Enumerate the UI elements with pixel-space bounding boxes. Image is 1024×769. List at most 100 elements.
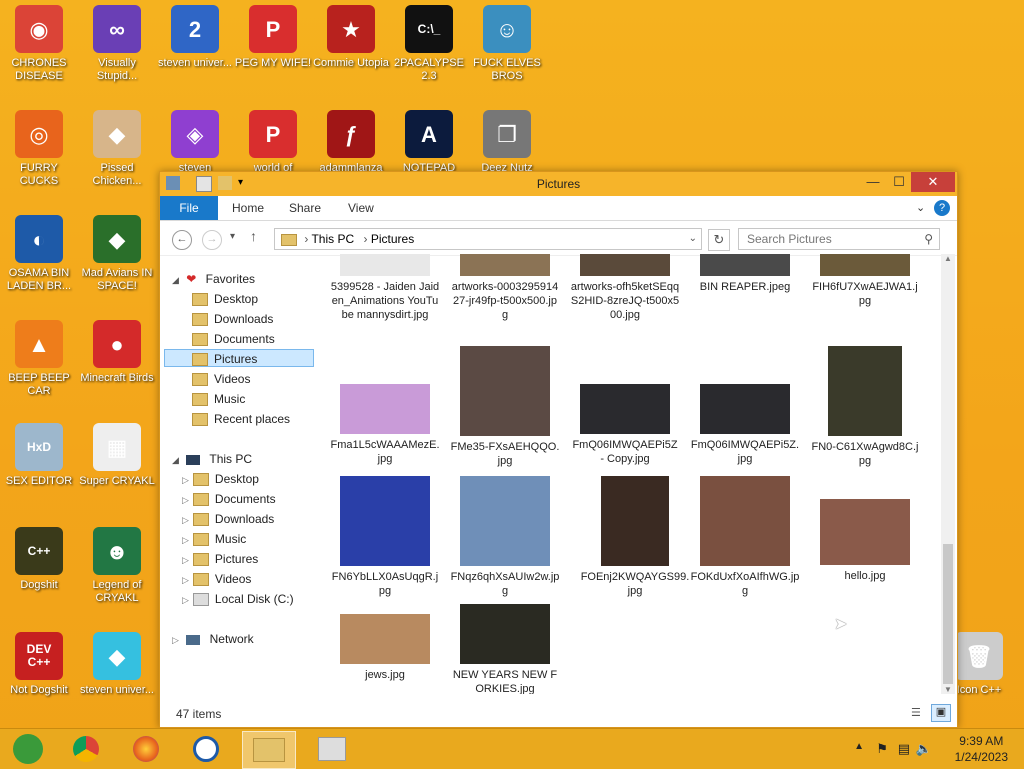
nav-fav-downloads[interactable]: Downloads: [192, 310, 273, 328]
nav-fav-recent-places[interactable]: Recent places: [192, 410, 290, 428]
file-item[interactable]: FN6YbLLX0AsUqgR.jpg: [330, 476, 440, 598]
desktop-icon-item[interactable]: HxD SEX EDITOR: [0, 423, 78, 488]
file-item[interactable]: artworks-ofh5ketSEqqS2HID-8zreJQ-t500x50…: [570, 254, 680, 322]
expand-arrow-icon[interactable]: ▷: [182, 535, 189, 545]
breadcrumb-pictures[interactable]: Pictures: [371, 232, 414, 246]
nav-fav-music[interactable]: Music: [192, 390, 245, 408]
taskbar-file-explorer[interactable]: [242, 731, 296, 769]
desktop-icon-item[interactable]: C++ Dogshit: [0, 527, 78, 592]
tab-share[interactable]: Share: [289, 196, 321, 220]
start-button[interactable]: [2, 731, 54, 767]
file-item[interactable]: FmQ06IMWQAEPi5Z - Copy.jpg: [570, 384, 680, 466]
file-item[interactable]: FN0-C61XwAgwd8C.jpg: [810, 346, 920, 468]
title-bar[interactable]: ▾ Pictures — ☐ ✕: [160, 172, 957, 196]
desktop-icon-item[interactable]: ❐ Deez Nutz: [468, 110, 546, 175]
desktop-icon-item[interactable]: DEV C++ Not Dogshit: [0, 632, 78, 697]
expand-arrow-icon[interactable]: ▷: [182, 555, 189, 565]
file-item[interactable]: FOEnj2KWQAYGS99.jpg: [580, 476, 690, 598]
expand-arrow-icon[interactable]: ▷: [182, 595, 189, 605]
file-item[interactable]: FMe35-FXsAEHQQO.jpg: [450, 346, 560, 468]
minimize-button[interactable]: —: [859, 172, 887, 192]
nav-fav-pictures[interactable]: Pictures: [164, 349, 314, 367]
show-hidden-icons-icon[interactable]: ▲: [854, 741, 864, 752]
chevron-down-icon[interactable]: ⌄: [689, 229, 697, 249]
expand-arrow-icon[interactable]: ◢: [172, 455, 179, 465]
nav-pc-documents[interactable]: ▷ Documents: [182, 490, 276, 508]
file-item[interactable]: FIH6fU7XwAEJWA1.jpg: [810, 254, 920, 308]
file-item[interactable]: NEW YEARS NEW FORKIES.jpg: [450, 604, 560, 694]
desktop-icon-item[interactable]: C:\_ 2PACALYPSE 2.3: [390, 5, 468, 83]
desktop-icon-item[interactable]: ◆ Pissed Chicken...: [78, 110, 156, 188]
taskbar-firefox[interactable]: [120, 731, 172, 767]
desktop-icon-item[interactable]: ∞ Visually Stupid...: [78, 5, 156, 83]
taskbar-chrome[interactable]: [60, 731, 112, 767]
nav-fav-videos[interactable]: Videos: [192, 370, 250, 388]
vertical-scrollbar[interactable]: ▲ ▼: [941, 254, 955, 694]
desktop-icon-item[interactable]: ▦ Super CRYAKL: [78, 423, 156, 488]
desktop-icon-item[interactable]: ◉ CHRONES DISEASE: [0, 5, 78, 83]
search-input[interactable]: Search Pictures ⚲: [738, 228, 940, 250]
scroll-up-arrow-icon[interactable]: ▲: [944, 254, 952, 263]
file-item[interactable]: 5399528 - Jaiden Jaiden_Animations YouTu…: [330, 254, 440, 322]
desktop-icon-item[interactable]: 2 steven univer...: [156, 5, 234, 70]
forward-button[interactable]: →: [202, 230, 222, 250]
nav-pc-local-disk[interactable]: ▷ Local Disk (C:): [182, 590, 294, 608]
taskbar-store[interactable]: [306, 731, 358, 767]
desktop-icon-item[interactable]: ◆ Mad Avians IN SPACE!: [78, 215, 156, 293]
file-item[interactable]: FmQ06IMWQAEPi5Z.jpg: [690, 384, 800, 466]
up-arrow-icon[interactable]: ↑: [250, 228, 257, 244]
taskbar-osama[interactable]: [180, 731, 232, 767]
desktop-icon-item[interactable]: ◈ steven: [156, 110, 234, 175]
file-item[interactable]: hello.jpg: [810, 499, 920, 583]
address-bar[interactable]: › This PC › Pictures ⌄: [274, 228, 702, 250]
tab-home[interactable]: Home: [232, 196, 264, 220]
desktop-icon-item[interactable]: A NOTEPAD: [390, 110, 468, 175]
refresh-button[interactable]: ↻: [708, 229, 730, 251]
recent-locations-icon[interactable]: ▾: [230, 231, 235, 242]
desktop-icon-item[interactable]: ☻ Legend of CRYAKL: [78, 527, 156, 605]
nav-network[interactable]: ▷ Network: [172, 630, 254, 648]
file-item[interactable]: FNqz6qhXsAUIw2w.jpg: [450, 476, 560, 598]
expand-arrow-icon[interactable]: ▷: [182, 515, 189, 525]
file-item[interactable]: jews.jpg: [330, 614, 440, 682]
large-icons-view-icon[interactable]: ▣: [931, 704, 951, 722]
file-item[interactable]: BIN REAPER.jpeg: [690, 254, 800, 294]
breadcrumb-thispc[interactable]: This PC: [311, 232, 354, 246]
nav-pc-videos[interactable]: ▷ Videos: [182, 570, 251, 588]
close-button[interactable]: ✕: [911, 172, 955, 192]
nav-pc-music[interactable]: ▷ Music: [182, 530, 246, 548]
clock[interactable]: 9:39 AM 1/24/2023: [955, 733, 1008, 765]
expand-arrow-icon[interactable]: ◢: [172, 275, 179, 285]
expand-arrow-icon[interactable]: ▷: [182, 495, 189, 505]
desktop-icon-item[interactable]: ◆ steven univer...: [78, 632, 156, 697]
file-item[interactable]: artworks-000329591427-jr49fp-t500x500.jp…: [450, 254, 560, 322]
desktop-icon-item[interactable]: ◎ FURRY CUCKS: [0, 110, 78, 188]
desktop-icon-item[interactable]: ƒ adammlanza: [312, 110, 390, 175]
scrollbar-thumb[interactable]: [943, 544, 953, 684]
maximize-button[interactable]: ☐: [885, 172, 913, 192]
expand-arrow-icon[interactable]: ▷: [182, 475, 189, 485]
scroll-down-arrow-icon[interactable]: ▼: [944, 685, 952, 694]
nav-pc-downloads[interactable]: ▷ Downloads: [182, 510, 274, 528]
expand-arrow-icon[interactable]: ▷: [172, 635, 179, 645]
tab-view[interactable]: View: [348, 196, 374, 220]
desktop-icon-item[interactable]: ☺ FUCK ELVES BROS: [468, 5, 546, 83]
nav-fav-documents[interactable]: Documents: [192, 330, 275, 348]
tab-file[interactable]: File: [160, 196, 218, 220]
nav-pc-desktop[interactable]: ▷ Desktop: [182, 470, 259, 488]
back-button[interactable]: ←: [172, 230, 192, 250]
action-center-flag-icon[interactable]: ⚑: [876, 741, 888, 757]
expand-arrow-icon[interactable]: ▷: [182, 575, 189, 585]
desktop-icon-item[interactable]: ● Minecraft Birds: [78, 320, 156, 385]
desktop-icon-item[interactable]: ★ Commie Utopia: [312, 5, 390, 70]
desktop-icon-item[interactable]: ▲ BEEP BEEP CAR: [0, 320, 78, 398]
desktop-icon-item[interactable]: P PEG MY WIFE!: [234, 5, 312, 70]
chevron-down-icon[interactable]: ⌄: [916, 196, 925, 220]
file-item[interactable]: FOKdUxfXoAIfhWG.jpg: [690, 476, 800, 598]
file-item[interactable]: Fma1L5cWAAAMezE.jpg: [330, 384, 440, 466]
nav-thispc[interactable]: ◢ This PC: [172, 450, 252, 468]
details-view-icon[interactable]: ☰: [911, 706, 927, 720]
nav-pc-pictures[interactable]: ▷ Pictures: [182, 550, 258, 568]
nav-fav-desktop[interactable]: Desktop: [192, 290, 258, 308]
desktop-icon-item[interactable]: Pworld of: [234, 110, 312, 175]
